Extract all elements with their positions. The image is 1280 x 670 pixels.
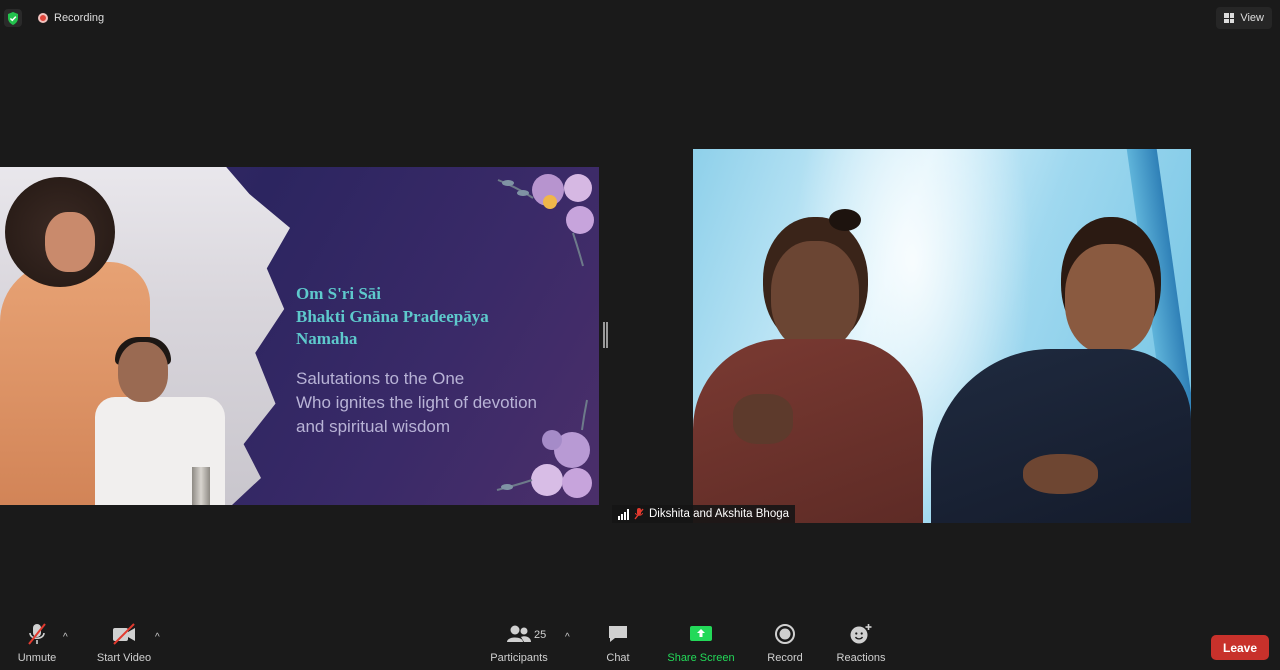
muted-mic-icon xyxy=(634,508,644,520)
smiley-plus-icon xyxy=(849,620,873,648)
video-options-caret-icon[interactable]: ^ xyxy=(155,632,160,643)
muted-mic-icon xyxy=(26,620,48,648)
slide-title: Om S'ri Sāi Bhakti Gnāna Pradeepāya Nama… xyxy=(296,284,489,348)
participant-name-tag: Dikshita and Akshita Bhoga xyxy=(612,505,796,523)
flower-decoration-icon xyxy=(497,174,594,267)
record-button[interactable]: Record xyxy=(765,620,805,664)
recording-label: Recording xyxy=(54,12,105,24)
video-off-icon xyxy=(111,620,137,648)
meeting-toolbar: Unmute ^ Start Video ^ Participants 25 ^ xyxy=(0,620,1280,670)
chat-bubble-icon xyxy=(607,620,629,648)
participants-caret-icon[interactable]: ^ xyxy=(565,632,570,643)
share-screen-icon xyxy=(689,620,713,648)
participant-video[interactable] xyxy=(693,149,1191,523)
unmute-button[interactable]: Unmute xyxy=(14,620,60,664)
meeting-top-bar: Recording View xyxy=(0,0,1280,38)
chat-button[interactable]: Chat xyxy=(602,620,634,664)
participants-button[interactable]: Participants xyxy=(488,620,550,664)
recording-indicator[interactable]: Recording xyxy=(30,8,112,28)
participants-icon xyxy=(506,620,532,648)
record-icon xyxy=(774,620,796,648)
share-screen-button[interactable]: Share Screen xyxy=(666,620,736,664)
participants-count: 25 xyxy=(534,629,547,641)
leave-button[interactable]: Leave xyxy=(1211,635,1269,660)
signal-bars-icon xyxy=(618,508,629,520)
panel-resize-handle[interactable] xyxy=(603,322,608,348)
slide-photo xyxy=(0,167,290,505)
shield-check-icon[interactable] xyxy=(4,9,22,27)
view-button[interactable]: View xyxy=(1216,7,1272,29)
audio-options-caret-icon[interactable]: ^ xyxy=(63,632,68,643)
view-label: View xyxy=(1240,12,1264,24)
reactions-button[interactable]: Reactions xyxy=(834,620,888,664)
grid-view-icon xyxy=(1224,13,1235,23)
recording-dot-icon xyxy=(38,13,48,23)
flower-decoration-icon xyxy=(496,399,592,498)
start-video-button[interactable]: Start Video xyxy=(94,620,154,664)
participant-name: Dikshita and Akshita Bhoga xyxy=(649,508,790,520)
